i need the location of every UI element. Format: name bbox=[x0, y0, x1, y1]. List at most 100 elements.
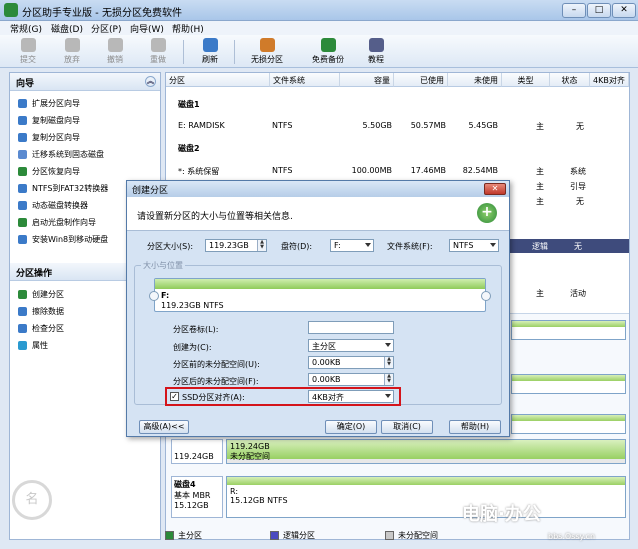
advanced-button[interactable]: 高级(A)<< bbox=[139, 420, 189, 434]
free-backup-icon bbox=[320, 38, 336, 52]
size-bar-fill bbox=[155, 279, 485, 289]
watermark-site: bbs.Ossy.cn bbox=[548, 532, 596, 541]
menu-help[interactable]: 帮助(H) bbox=[172, 22, 204, 35]
row-type: 主 bbox=[536, 289, 544, 298]
check-icon bbox=[18, 324, 27, 333]
minimize-button[interactable]: – bbox=[562, 3, 586, 18]
title-bar: 分区助手专业版 - 无损分区免费软件 – □ ✕ bbox=[0, 0, 638, 21]
col-capacity[interactable]: 容量 bbox=[340, 73, 394, 87]
boot-cd-icon bbox=[18, 218, 27, 227]
chevron-down-icon bbox=[490, 243, 496, 247]
refresh-icon bbox=[202, 38, 218, 52]
convert-icon bbox=[18, 184, 27, 193]
sidebar-item-wipe-data[interactable]: 擦除数据 bbox=[18, 306, 64, 317]
logical-swatch bbox=[270, 531, 279, 540]
col-filesystem[interactable]: 文件系统 bbox=[270, 73, 340, 87]
menu-wizard[interactable]: 向导(W) bbox=[130, 22, 164, 35]
copy-partition-icon bbox=[18, 133, 27, 142]
usb-icon bbox=[18, 235, 27, 244]
sidebar-item-ntfs-fat32[interactable]: NTFS到FAT32转换器 bbox=[18, 183, 108, 194]
chevron-down-icon bbox=[385, 394, 391, 398]
sidebar-item-check-partition[interactable]: 检查分区 bbox=[18, 323, 64, 334]
menu-partition[interactable]: 分区(P) bbox=[91, 22, 121, 35]
unallocated-bar[interactable]: 119.24GB 未分配空间 bbox=[226, 439, 626, 464]
create-as-select[interactable]: 主分区 bbox=[308, 339, 394, 352]
col-free[interactable]: 未使用 bbox=[448, 73, 502, 87]
commit-button[interactable]: 提交 bbox=[8, 38, 48, 65]
sidebar-item-properties[interactable]: 属性 bbox=[18, 340, 48, 351]
window-title: 分区助手专业版 - 无损分区免费软件 bbox=[22, 8, 182, 19]
lossless-partition-button[interactable]: 无损分区 bbox=[244, 38, 290, 65]
partition-bar-r[interactable]: R: 15.12GB NTFS bbox=[226, 476, 626, 518]
add-partition-icon: + bbox=[477, 203, 497, 223]
before-space-spinner[interactable]: ▲ ▼ bbox=[384, 357, 393, 368]
ok-button[interactable]: 确定(O) bbox=[325, 420, 377, 434]
size-spinner[interactable]: ▲ ▼ bbox=[257, 240, 266, 251]
chevron-down-icon bbox=[365, 243, 371, 247]
disk3-label[interactable]: 119.24GB bbox=[171, 439, 223, 464]
sidebar-item-win8-usb[interactable]: 安装Win8到移动硬盘 bbox=[18, 234, 108, 245]
undo-icon bbox=[107, 38, 123, 52]
right-resize-handle[interactable] bbox=[481, 291, 491, 301]
sidebar-item-recovery[interactable]: 分区恢复向导 bbox=[18, 166, 80, 177]
partition-size-bar[interactable]: F: 119.23GB NTFS bbox=[154, 278, 486, 312]
dialog-description: 请设置新分区的大小与位置等相关信息. bbox=[137, 212, 293, 222]
free-backup-button[interactable]: 免费备份 bbox=[305, 38, 351, 65]
wizard-section-header[interactable]: 向导 ︽ bbox=[10, 73, 160, 91]
drive-letter-label: 盘符(D): bbox=[281, 242, 313, 251]
col-used[interactable]: 已使用 bbox=[394, 73, 448, 87]
menu-disk[interactable]: 磁盘(D) bbox=[51, 22, 83, 35]
redo-icon bbox=[150, 38, 166, 52]
discard-button[interactable]: 放弃 bbox=[52, 38, 92, 65]
volume-label-input[interactable] bbox=[308, 321, 394, 334]
commit-icon bbox=[20, 38, 36, 52]
sidebar-item-copy-partition[interactable]: 复制分区向导 bbox=[18, 132, 80, 143]
undo-button[interactable]: 撤销 bbox=[95, 38, 135, 65]
after-space-input[interactable]: 0.00KB ▲ ▼ bbox=[308, 373, 394, 386]
table-row-selected[interactable]: 逻辑 无 bbox=[510, 239, 629, 253]
partition-bar[interactable] bbox=[511, 414, 626, 434]
collapse-icon[interactable]: ︽ bbox=[145, 76, 156, 87]
partition-bar[interactable] bbox=[511, 320, 626, 340]
menu-general[interactable]: 常规(G) bbox=[10, 22, 42, 35]
redo-button[interactable]: 重做 bbox=[138, 38, 178, 65]
app-logo-icon bbox=[4, 3, 18, 17]
filesystem-label: 文件系统(F): bbox=[387, 242, 433, 251]
dialog-title-bar: 创建分区 ✕ bbox=[127, 181, 509, 197]
cancel-button[interactable]: 取消(C) bbox=[381, 420, 433, 434]
create-partition-dialog: 创建分区 ✕ 请设置新分区的大小与位置等相关信息. + 分区大小(S): 119… bbox=[126, 180, 510, 437]
ssd-align-checkbox[interactable]: ✓ bbox=[170, 392, 179, 401]
drive-letter-select[interactable]: F: bbox=[330, 239, 374, 252]
chevron-down-icon bbox=[385, 343, 391, 347]
before-space-input[interactable]: 0.00KB ▲ ▼ bbox=[308, 356, 394, 369]
disk4-label[interactable]: 磁盘4 基本 MBR 15.12GB bbox=[171, 476, 223, 518]
sidebar-item-boot-cd[interactable]: 启动光盘制作向导 bbox=[18, 217, 96, 228]
dialog-close-button[interactable]: ✕ bbox=[484, 183, 506, 195]
partition-bar[interactable] bbox=[511, 374, 626, 394]
close-button[interactable]: ✕ bbox=[612, 3, 636, 18]
restore-button[interactable]: □ bbox=[587, 3, 611, 18]
after-space-spinner[interactable]: ▲ ▼ bbox=[384, 374, 393, 385]
col-partition[interactable]: 分区 bbox=[166, 73, 270, 87]
col-4k-align[interactable]: 4KB对齐 bbox=[590, 73, 629, 87]
sidebar-item-create-partition[interactable]: 创建分区 bbox=[18, 289, 64, 300]
left-resize-handle[interactable] bbox=[149, 291, 159, 301]
row-status: 活动 bbox=[570, 289, 586, 298]
disk2-header: 磁盘2 bbox=[178, 144, 200, 153]
row-status: 无 bbox=[576, 197, 584, 206]
col-status[interactable]: 状态 bbox=[550, 73, 590, 87]
legend-unallocated: 未分配空间 bbox=[385, 530, 438, 541]
properties-icon bbox=[18, 341, 27, 350]
col-type[interactable]: 类型 bbox=[502, 73, 550, 87]
sidebar-item-dynamic-disk[interactable]: 动态磁盘转换器 bbox=[18, 200, 88, 211]
tutorial-button[interactable]: 教程 bbox=[356, 38, 396, 65]
refresh-button[interactable]: 刷新 bbox=[190, 38, 230, 65]
size-input[interactable]: 119.23GB ▲ ▼ bbox=[205, 239, 267, 252]
ssd-align-select[interactable]: 4KB对齐 bbox=[308, 390, 394, 403]
filesystem-select[interactable]: NTFS bbox=[449, 239, 499, 252]
sidebar-item-migrate-ssd[interactable]: 迁移系统到固态磁盘 bbox=[18, 149, 104, 160]
help-button[interactable]: 帮助(H) bbox=[449, 420, 501, 434]
sidebar-item-extend-wizard[interactable]: 扩展分区向导 bbox=[18, 98, 80, 109]
row-type: 主 bbox=[536, 182, 544, 191]
sidebar-item-copy-disk[interactable]: 复制磁盘向导 bbox=[18, 115, 80, 126]
